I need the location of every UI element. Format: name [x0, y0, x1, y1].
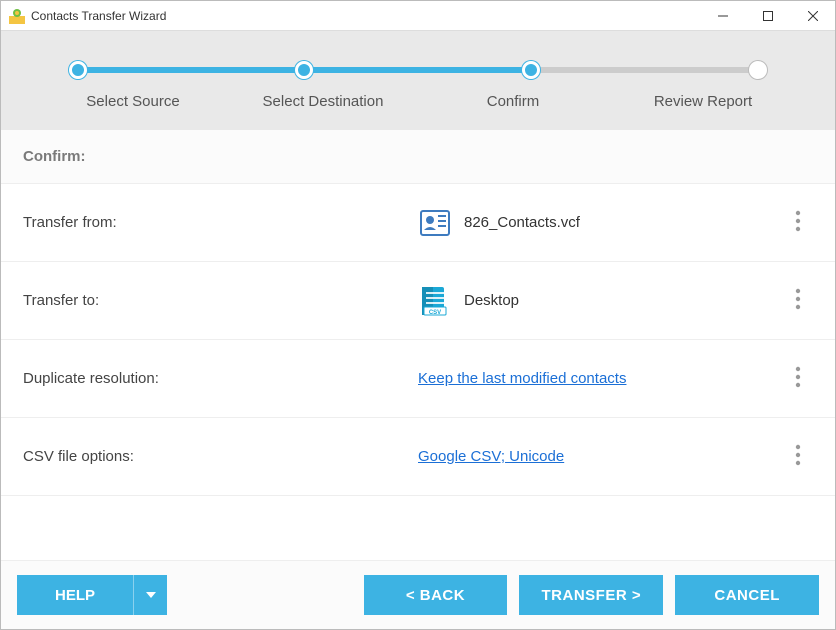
more-icon[interactable]: [795, 288, 801, 314]
transfer-button[interactable]: TRANSFER >: [519, 575, 663, 615]
cancel-button[interactable]: CANCEL: [675, 575, 819, 615]
vcf-contact-icon: [418, 206, 452, 240]
more-icon[interactable]: [795, 444, 801, 470]
step-label-report: Review Report: [608, 93, 798, 110]
link-csv-options[interactable]: Google CSV; Unicode: [418, 448, 564, 465]
link-duplicate-resolution[interactable]: Keep the last modified contacts: [418, 370, 626, 387]
minimize-button[interactable]: [700, 1, 745, 30]
stepper-track: [78, 61, 758, 79]
value-transfer-to: Desktop: [464, 292, 519, 309]
label-duplicate-resolution: Duplicate resolution:: [23, 370, 418, 387]
app-icon: [9, 8, 25, 24]
label-csv-options: CSV file options:: [23, 448, 418, 465]
more-icon[interactable]: [795, 210, 801, 236]
close-button[interactable]: [790, 1, 835, 30]
step-dot-confirm: [522, 61, 540, 79]
step-label-destination: Select Destination: [228, 93, 418, 110]
step-dot-source: [69, 61, 87, 79]
row-csv-options: CSV file options: Google CSV; Unicode: [1, 418, 835, 496]
row-transfer-from: Transfer from: 826_Contacts.vcf: [1, 184, 835, 262]
label-transfer-from: Transfer from:: [23, 214, 418, 231]
help-button-split: HELP: [17, 575, 167, 615]
step-label-source: Select Source: [38, 93, 228, 110]
step-dot-report: [749, 61, 767, 79]
svg-text:CSV: CSV: [429, 310, 441, 316]
row-transfer-to: Transfer to: CSV Desktop: [1, 262, 835, 340]
footer: HELP < BACK TRANSFER > CANCEL: [1, 560, 835, 629]
step-label-confirm: Confirm: [418, 93, 608, 110]
more-icon[interactable]: [795, 366, 801, 392]
row-duplicate-resolution: Duplicate resolution: Keep the last modi…: [1, 340, 835, 418]
csv-file-icon: CSV: [418, 284, 452, 318]
stepper-section: Select Source Select Destination Confirm…: [1, 31, 835, 130]
label-transfer-to: Transfer to:: [23, 292, 418, 309]
help-button[interactable]: HELP: [17, 575, 133, 615]
stepper-labels: Select Source Select Destination Confirm…: [38, 93, 798, 110]
back-button[interactable]: < BACK: [364, 575, 508, 615]
maximize-button[interactable]: [745, 1, 790, 30]
chevron-down-icon: [146, 592, 156, 598]
window-title: Contacts Transfer Wizard: [31, 9, 700, 23]
value-transfer-from: 826_Contacts.vcf: [464, 214, 580, 231]
help-dropdown-button[interactable]: [133, 575, 167, 615]
window-controls: [700, 1, 835, 30]
titlebar: Contacts Transfer Wizard: [1, 1, 835, 31]
step-dot-destination: [295, 61, 313, 79]
section-header: Confirm:: [1, 130, 835, 184]
